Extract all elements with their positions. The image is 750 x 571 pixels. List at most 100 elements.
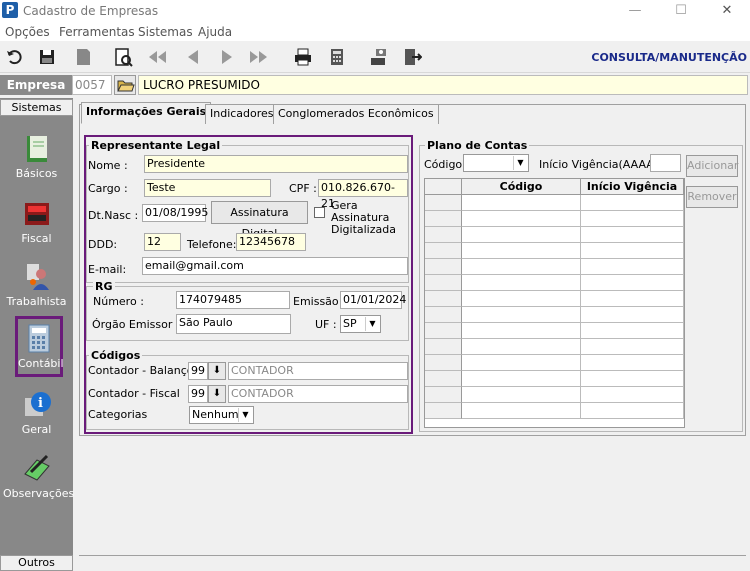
table-row[interactable] [425, 371, 684, 387]
row-indicator[interactable] [425, 371, 462, 387]
contador-fiscal-code[interactable]: 99 [188, 385, 208, 403]
row-indicator[interactable] [425, 227, 462, 243]
table-cell[interactable] [581, 307, 684, 323]
table-cell[interactable] [462, 243, 581, 259]
gera-assinatura-checkbox[interactable] [314, 207, 325, 218]
menu-ajuda[interactable]: Ajuda [198, 25, 232, 39]
calculator-icon[interactable] [326, 46, 348, 68]
close-button[interactable]: ✕ [704, 0, 750, 22]
table-cell[interactable] [581, 259, 684, 275]
tools-icon[interactable] [368, 46, 390, 68]
download-arrow-icon[interactable]: ⬇ [208, 385, 226, 403]
row-indicator[interactable] [425, 307, 462, 323]
categorias-select[interactable]: Nenhum ▼ [189, 406, 254, 424]
rg-emissao-field[interactable]: 01/01/2024 [340, 291, 406, 309]
tab-indicadores[interactable]: Indicadores [205, 104, 279, 124]
table-cell[interactable] [581, 275, 684, 291]
table-row[interactable] [425, 323, 684, 339]
sidebar-item-trabalhista[interactable]: Trabalhista [3, 254, 70, 316]
rg-numero-field[interactable]: 174079485 [176, 291, 290, 309]
adicionar-button[interactable]: Adicionar [686, 155, 738, 177]
table-cell[interactable] [462, 339, 581, 355]
sidebar-header[interactable]: Sistemas [0, 99, 73, 116]
menu-opcoes[interactable]: Opções [5, 25, 50, 39]
plano-inicio-field[interactable] [650, 154, 681, 172]
table-cell[interactable] [581, 291, 684, 307]
table-cell[interactable] [462, 211, 581, 227]
table-cell[interactable] [581, 227, 684, 243]
table-cell[interactable] [462, 371, 581, 387]
sidebar-footer[interactable]: Outros [0, 555, 73, 571]
table-cell[interactable] [581, 371, 684, 387]
cargo-field[interactable]: Teste [144, 179, 271, 197]
row-indicator[interactable] [425, 355, 462, 371]
table-row[interactable] [425, 307, 684, 323]
table-row[interactable] [425, 195, 684, 211]
sidebar-item-fiscal[interactable]: Fiscal [3, 191, 70, 253]
table-cell[interactable] [462, 307, 581, 323]
tab-informacoes-gerais[interactable]: Informações Gerais [81, 102, 212, 124]
menu-ferramentas[interactable]: Ferramentas [59, 25, 135, 39]
row-indicator[interactable] [425, 259, 462, 275]
download-arrow-icon[interactable]: ⬇ [208, 362, 226, 380]
table-row[interactable] [425, 227, 684, 243]
table-cell[interactable] [581, 243, 684, 259]
empresa-code-field[interactable]: 0057 [72, 75, 112, 95]
table-cell[interactable] [581, 211, 684, 227]
tab-conglomerados[interactable]: Conglomerados Econômicos [273, 104, 439, 124]
remover-button[interactable]: Remover [686, 186, 738, 208]
table-row[interactable] [425, 403, 684, 419]
table-row[interactable] [425, 243, 684, 259]
row-indicator[interactable] [425, 211, 462, 227]
row-indicator[interactable] [425, 195, 462, 211]
save-icon[interactable] [36, 46, 58, 68]
first-icon[interactable] [146, 46, 168, 68]
row-indicator[interactable] [425, 403, 462, 419]
row-indicator[interactable] [425, 339, 462, 355]
table-cell[interactable] [462, 355, 581, 371]
table-cell[interactable] [462, 291, 581, 307]
row-indicator[interactable] [425, 275, 462, 291]
telefone-field[interactable]: 12345678 [236, 233, 306, 251]
table-row[interactable] [425, 355, 684, 371]
empresa-name-field[interactable]: LUCRO PRESUMIDO [138, 75, 748, 95]
rg-uf-select[interactable]: SP ▼ [340, 315, 381, 333]
sidebar-item-observacoes[interactable]: Observações [3, 446, 74, 508]
table-cell[interactable] [462, 323, 581, 339]
table-cell[interactable] [581, 195, 684, 211]
row-indicator[interactable] [425, 243, 462, 259]
dtnasc-field[interactable]: 01/08/1995 [142, 204, 208, 222]
table-cell[interactable] [581, 323, 684, 339]
last-icon[interactable] [248, 46, 270, 68]
rg-orgao-field[interactable]: São Paulo [176, 314, 291, 334]
table-row[interactable] [425, 387, 684, 403]
table-row[interactable] [425, 211, 684, 227]
contador-balanco-code[interactable]: 99 [188, 362, 208, 380]
preview-icon[interactable] [112, 46, 134, 68]
sidebar-item-basicos[interactable]: Básicos [3, 126, 70, 188]
row-indicator[interactable] [425, 387, 462, 403]
table-row[interactable] [425, 339, 684, 355]
exit-icon[interactable] [400, 46, 423, 68]
table-cell[interactable] [462, 275, 581, 291]
sidebar-item-geral[interactable]: i Geral [3, 382, 70, 444]
table-cell[interactable] [581, 355, 684, 371]
nome-field[interactable]: Presidente [144, 155, 408, 173]
row-indicator[interactable] [425, 323, 462, 339]
plano-codigo-select[interactable]: ▼ [463, 154, 529, 172]
minimize-button[interactable]: — [612, 0, 658, 22]
cpf-field[interactable]: 010.826.670-21 [318, 179, 408, 210]
table-cell[interactable] [581, 387, 684, 403]
menu-sistemas[interactable]: Sistemas [138, 25, 193, 39]
assinatura-digital-button[interactable]: Assinatura Digital [211, 201, 308, 240]
maximize-button[interactable]: ☐ [658, 0, 704, 22]
table-row[interactable] [425, 259, 684, 275]
table-row[interactable] [425, 291, 684, 307]
table-cell[interactable] [581, 339, 684, 355]
plano-contas-table[interactable]: Código Início Vigência [424, 178, 685, 428]
sidebar-item-contabil[interactable]: Contábil [15, 316, 64, 377]
table-cell[interactable] [462, 259, 581, 275]
email-field[interactable]: email@gmail.com [142, 257, 408, 275]
next-icon[interactable] [216, 46, 238, 68]
table-cell[interactable] [581, 403, 684, 419]
